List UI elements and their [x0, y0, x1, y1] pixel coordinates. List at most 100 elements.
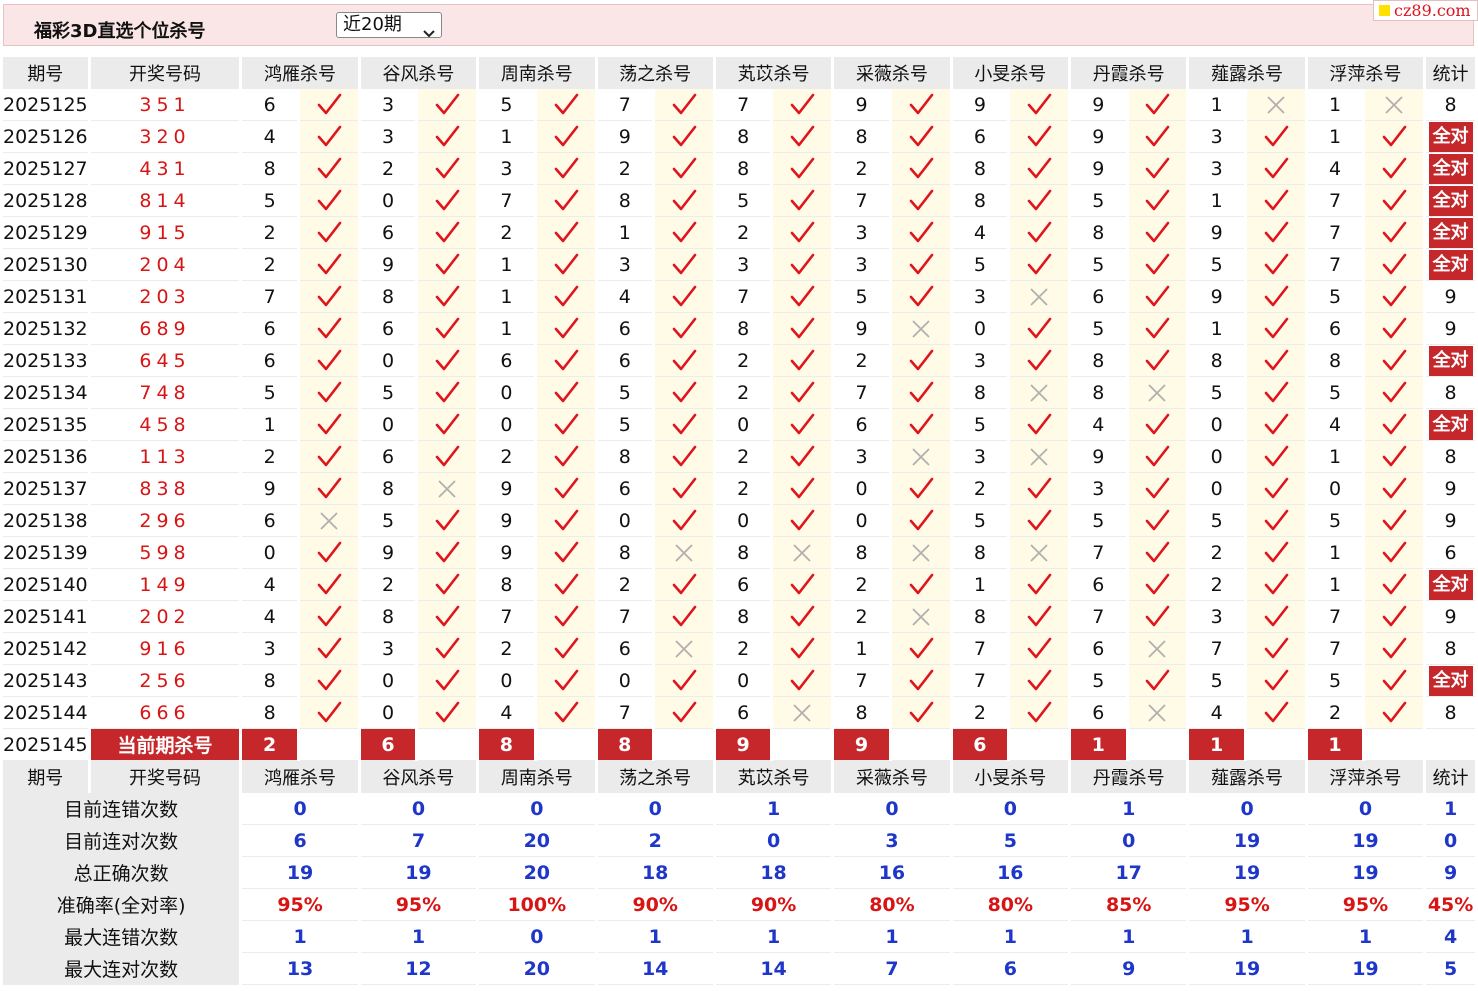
kill-number-cell: 6: [597, 473, 653, 505]
check-icon: [299, 185, 358, 217]
col-header-draw: 开奖号码: [90, 761, 240, 793]
kill-number-cell: 2: [834, 153, 889, 185]
kill-number-cell: 0: [834, 473, 889, 505]
check-icon: [1246, 185, 1305, 217]
kill-number-cell: 2: [715, 633, 771, 665]
summary-value: 1: [1307, 921, 1424, 953]
kill-number-cell: 7: [1189, 633, 1244, 665]
check-icon: [655, 441, 713, 473]
check-icon: [891, 409, 950, 441]
kill-number-cell: 1: [479, 249, 534, 281]
all-right-badge: 全对: [1428, 249, 1473, 280]
check-icon: [1010, 345, 1068, 377]
check-icon: [299, 153, 358, 185]
check-icon: [1246, 345, 1305, 377]
summary-value: 0: [1071, 825, 1187, 857]
draw-number-cell: 203: [90, 281, 240, 313]
check-icon: [1246, 313, 1305, 345]
check-icon: [1128, 409, 1187, 441]
summary-value: 1: [242, 921, 358, 953]
kill-number-cell: 7: [1071, 537, 1126, 569]
kill-number-cell: 4: [952, 217, 1008, 249]
check-icon: [1128, 473, 1187, 505]
summary-label: 最大连对次数: [3, 953, 240, 985]
summary-value: 1: [834, 921, 950, 953]
table-row: 2025138 296 6 5 9 0 0 0 5 5 5 5 9: [3, 505, 1475, 537]
kill-number-cell: 8: [597, 537, 653, 569]
kill-number-cell: 7: [834, 665, 889, 697]
col-header-expert: 薤露杀号: [1189, 57, 1305, 89]
kill-number-cell: 4: [597, 281, 653, 313]
kill-number-cell: 3: [1189, 153, 1244, 185]
summary-value: 0: [1189, 793, 1305, 825]
draw-number-cell: 351: [90, 89, 240, 121]
check-icon: [299, 633, 358, 665]
summary-value: 0: [242, 793, 358, 825]
site-watermark[interactable]: cz89.com: [1373, 0, 1478, 21]
check-icon: [773, 409, 832, 441]
period-cell: 2025136: [3, 441, 88, 473]
summary-value: 5: [1426, 953, 1475, 985]
check-icon: [1246, 249, 1305, 281]
check-icon: [655, 217, 713, 249]
summary-value: 2: [597, 825, 713, 857]
col-header-expert: 丹霞杀号: [1071, 57, 1187, 89]
table-row: 2025139 598 0 9 9 8 8 8 8 7 2 1 6: [3, 537, 1475, 569]
summary-value: 17: [1071, 857, 1187, 889]
summary-value: 95%: [1189, 889, 1305, 921]
check-icon: [1246, 665, 1305, 697]
kill-number-cell: 5: [242, 185, 297, 217]
empty-cell: [536, 729, 595, 761]
summary-value: 4: [1426, 921, 1475, 953]
stat-cell: 9: [1426, 281, 1475, 313]
check-icon: [536, 185, 595, 217]
kill-number-cell: 2: [715, 217, 771, 249]
kill-number-cell: 1: [834, 633, 889, 665]
period-select[interactable]: 近20期: [336, 12, 442, 38]
table-row: 2025132 689 6 6 1 6 8 9 0 5 1 6 9: [3, 313, 1475, 345]
check-icon: [418, 665, 477, 697]
check-icon: [1365, 665, 1424, 697]
kill-number-cell: 7: [1307, 633, 1363, 665]
kill-number-cell: 2: [242, 441, 297, 473]
check-icon: [891, 473, 950, 505]
kill-number-cell: 1: [1307, 441, 1363, 473]
cross-icon: [891, 313, 950, 345]
page-title: 福彩3D直选个位杀号: [34, 21, 206, 42]
check-icon: [1128, 601, 1187, 633]
empty-cell: [773, 729, 832, 761]
check-icon: [1365, 249, 1424, 281]
check-icon: [655, 409, 713, 441]
check-icon: [418, 89, 477, 121]
period-cell: 2025141: [3, 601, 88, 633]
check-icon: [891, 377, 950, 409]
stat-cell: 8: [1426, 633, 1475, 665]
check-icon: [1365, 633, 1424, 665]
check-icon: [536, 601, 595, 633]
draw-number-cell: 320: [90, 121, 240, 153]
kill-number-cell: 9: [479, 505, 534, 537]
check-icon: [536, 249, 595, 281]
check-icon: [1128, 665, 1187, 697]
summary-value: 19: [1307, 857, 1424, 889]
check-icon: [891, 569, 950, 601]
kill-number-cell: 1: [1307, 537, 1363, 569]
cross-icon: [891, 537, 950, 569]
check-icon: [891, 345, 950, 377]
summary-label: 目前连对次数: [3, 825, 240, 857]
kill-number-cell: 7: [715, 89, 771, 121]
check-icon: [655, 313, 713, 345]
table-row: 2025137 838 9 8 9 6 2 0 2 3 0 0 9: [3, 473, 1475, 505]
check-icon: [418, 345, 477, 377]
kill-number-cell: 9: [834, 89, 889, 121]
draw-number-cell: 296: [90, 505, 240, 537]
cross-icon: [1010, 537, 1068, 569]
current-kill-number: 1: [1189, 729, 1244, 761]
kill-number-cell: 2: [1189, 569, 1244, 601]
kill-number-cell: 3: [479, 153, 534, 185]
kill-number-cell: 6: [360, 441, 416, 473]
summary-value: 95%: [360, 889, 477, 921]
kill-number-cell: 9: [360, 249, 416, 281]
check-icon: [1365, 313, 1424, 345]
check-icon: [773, 313, 832, 345]
